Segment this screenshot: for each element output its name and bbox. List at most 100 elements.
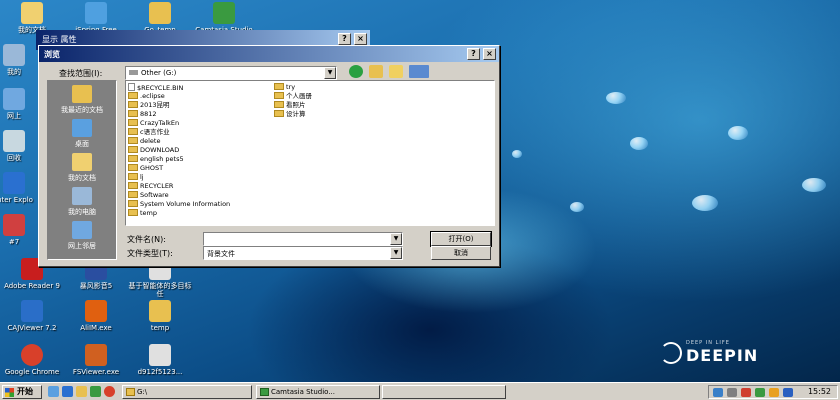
view-menu-icon[interactable]: [409, 65, 429, 78]
filename-field[interactable]: ▼: [203, 232, 403, 246]
water-droplet: [570, 202, 584, 212]
list-item[interactable]: lj: [128, 173, 144, 182]
tray-network-icon[interactable]: [713, 388, 723, 397]
places-bar: 我最近的文档 桌面 我的文档 我的电脑 网上邻居: [47, 80, 117, 260]
fsviewer-icon: [85, 344, 107, 366]
desktop-icon-pdf-d912[interactable]: d912f5123...: [128, 344, 192, 376]
list-item[interactable]: 个人画册: [274, 92, 312, 101]
desktop-icon-aliim[interactable]: AliIM.exe: [64, 300, 128, 332]
tray-shield-icon[interactable]: [783, 388, 793, 397]
my-computer-icon: [3, 44, 25, 66]
folder-icon: [128, 191, 138, 198]
quicklaunch-desktop-icon[interactable]: [48, 386, 59, 397]
my-computer-icon: [72, 187, 92, 205]
list-item[interactable]: System Volume Information: [128, 200, 230, 209]
chevron-down-icon[interactable]: ▼: [390, 233, 402, 245]
look-in-label: 查找范围(I):: [59, 69, 103, 78]
help-button[interactable]: ?: [338, 33, 351, 45]
recycle-bin-icon: [3, 130, 25, 152]
tray-volume-icon[interactable]: [727, 388, 737, 397]
list-item[interactable]: 8812: [128, 110, 157, 119]
close-button[interactable]: ×: [354, 33, 367, 45]
place-desktop[interactable]: 桌面: [48, 119, 116, 149]
network-icon: [3, 88, 25, 110]
place-my-computer[interactable]: 我的电脑: [48, 187, 116, 217]
list-item[interactable]: try: [274, 83, 295, 92]
tray-security-icon[interactable]: [741, 388, 751, 397]
up-folder-icon[interactable]: [369, 65, 383, 78]
file-list[interactable]: $RECYCLE.BIN .eclipse 2013昆明 8812 CrazyT…: [125, 80, 495, 226]
water-droplet: [802, 178, 826, 192]
list-item[interactable]: 看照片: [274, 101, 306, 110]
task-button-explorer[interactable]: G:\: [122, 385, 252, 399]
list-item[interactable]: temp: [128, 209, 157, 218]
folder-icon: [128, 155, 138, 162]
place-recent[interactable]: 我最近的文档: [48, 85, 116, 115]
folder-icon: [128, 200, 138, 207]
help-button[interactable]: ?: [467, 48, 480, 60]
list-item[interactable]: Software: [128, 191, 169, 200]
drive-icon: [129, 70, 138, 75]
water-droplet: [630, 137, 648, 150]
camtasia-icon: [213, 2, 235, 24]
desktop-icon-temp[interactable]: temp: [128, 300, 192, 332]
list-item[interactable]: 设计算: [274, 110, 306, 119]
filetype-label: 文件类型(T):: [127, 249, 173, 258]
start-button[interactable]: 开始: [2, 385, 42, 399]
list-item[interactable]: GHOST: [128, 164, 163, 173]
quicklaunch-explorer-icon[interactable]: [76, 386, 87, 397]
list-item[interactable]: CrazyTalkEn: [128, 119, 179, 128]
task-button-blank[interactable]: [382, 385, 506, 399]
close-button[interactable]: ×: [483, 48, 496, 60]
desktop-icon-cajviewer[interactable]: CAJViewer 7.2: [0, 300, 64, 332]
folder-icon: [128, 182, 138, 189]
look-in-value: Other (G:): [141, 69, 177, 77]
filetype-dropdown[interactable]: 背景文件 ▼: [203, 246, 403, 260]
list-item[interactable]: DOWNLOAD: [128, 146, 179, 155]
aliim-icon: [85, 300, 107, 322]
quicklaunch-app-icon[interactable]: [90, 386, 101, 397]
list-item[interactable]: RECYCLER: [128, 182, 173, 191]
clock[interactable]: 15:52: [808, 387, 831, 396]
list-item[interactable]: c语言作业: [128, 128, 170, 137]
folder-icon: [149, 300, 171, 322]
tray-ime-icon[interactable]: [769, 388, 779, 397]
folder-icon: [128, 164, 138, 171]
cancel-button[interactable]: 取消: [431, 246, 491, 260]
list-item[interactable]: english pets5: [128, 155, 184, 164]
chevron-down-icon[interactable]: ▼: [324, 67, 336, 79]
pdf-file-icon: [149, 344, 171, 366]
folder-shortcut-icon: [149, 2, 171, 24]
task-button-camtasia[interactable]: Camtasia Studio...: [256, 385, 380, 399]
place-network[interactable]: 网上邻居: [48, 221, 116, 251]
filetype-value: 背景文件: [207, 250, 235, 258]
list-item[interactable]: .eclipse: [128, 92, 165, 101]
desktop-icon-chrome[interactable]: Google Chrome: [0, 344, 64, 376]
folder-icon: [128, 110, 138, 117]
back-icon[interactable]: [349, 65, 363, 78]
tray-app-icon[interactable]: [755, 388, 765, 397]
water-droplet: [728, 126, 748, 140]
place-my-documents[interactable]: 我的文档: [48, 153, 116, 183]
water-droplet: [606, 92, 626, 104]
quicklaunch-chrome-icon[interactable]: [104, 386, 115, 397]
list-item[interactable]: 2013昆明: [128, 101, 170, 110]
my-documents-icon: [72, 153, 92, 171]
quicklaunch-ie-icon[interactable]: [62, 386, 73, 397]
desktop-icon-fsviewer[interactable]: FSViewer.exe: [64, 344, 128, 376]
water-droplet: [512, 150, 522, 158]
dialog-title: 浏览: [44, 50, 60, 59]
look-in-dropdown[interactable]: Other (G:) ▼: [125, 66, 337, 80]
network-places-icon: [72, 221, 92, 239]
list-item[interactable]: $RECYCLE.BIN: [128, 83, 183, 92]
open-button[interactable]: 打开(O): [430, 231, 492, 247]
folder-icon: [128, 101, 138, 108]
chevron-down-icon[interactable]: ▼: [390, 247, 402, 259]
folder-icon: [274, 92, 284, 99]
filename-label: 文件名(N):: [127, 235, 166, 244]
browse-dialog: 浏览 ? × 查找范围(I): Other (G:) ▼ 我最近的文档 桌面 我…: [38, 45, 500, 267]
folder-icon: [128, 92, 138, 99]
list-item[interactable]: delete: [128, 137, 160, 146]
folder-icon: [128, 137, 138, 144]
new-folder-icon[interactable]: [389, 65, 403, 78]
